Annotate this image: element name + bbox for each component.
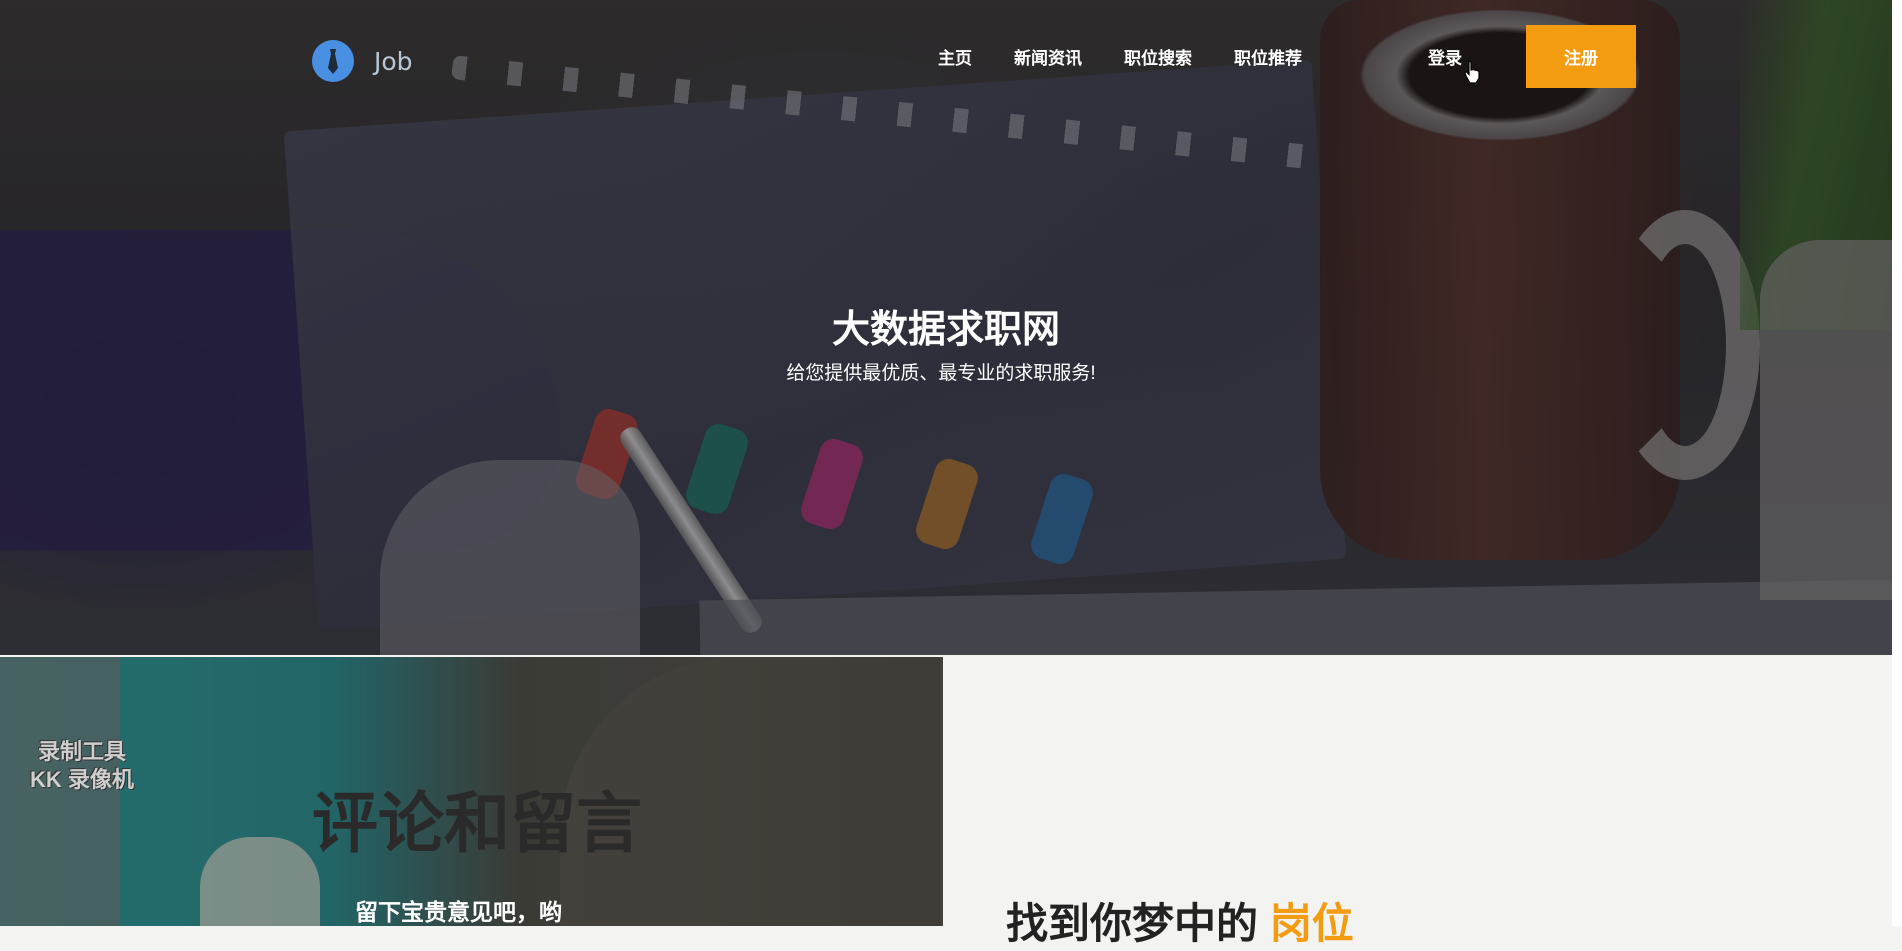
top-navbar: Job 主页 新闻资讯 职位搜索 职位推荐 登录 注册	[0, 0, 1892, 110]
tie-icon	[312, 40, 354, 82]
brand-name: Job	[374, 46, 413, 76]
nav-item-job-recommend[interactable]: 职位推荐	[1234, 44, 1302, 69]
hero-subtitle: 给您提供最优质、最专业的求职服务!	[786, 363, 1096, 384]
dream-job-title-highlight: 岗位	[1269, 900, 1354, 947]
nav-item-news[interactable]: 新闻资讯	[1014, 44, 1082, 69]
recorder-watermark: 录制工具 KK 录像机	[30, 738, 134, 794]
nav-item-home[interactable]: 主页	[938, 44, 972, 69]
dream-job-panel	[943, 657, 1892, 926]
nav-menu: 主页 新闻资讯 职位搜索 职位推荐	[938, 44, 1344, 69]
page-edge	[1892, 0, 1902, 926]
dream-job-title: 找到你梦中的 岗位	[1006, 890, 1354, 951]
login-link[interactable]: 登录	[1428, 44, 1462, 69]
watermark-line: 录制工具	[37, 739, 126, 764]
nav-item-job-search[interactable]: 职位搜索	[1124, 44, 1192, 69]
hero-title: 大数据求职网	[831, 309, 1060, 351]
comments-section-title: 评论和留言	[312, 786, 642, 860]
register-button[interactable]: 注册	[1526, 25, 1636, 88]
hand-cursor-icon	[1464, 60, 1482, 89]
watermark-line: KK 录像机	[30, 767, 134, 792]
dream-job-title-prefix: 找到你梦中的	[1006, 900, 1259, 947]
brand-logo[interactable]: Job	[312, 40, 413, 82]
comments-section-subtitle: 留下宝贵意见吧，哟	[355, 899, 562, 925]
